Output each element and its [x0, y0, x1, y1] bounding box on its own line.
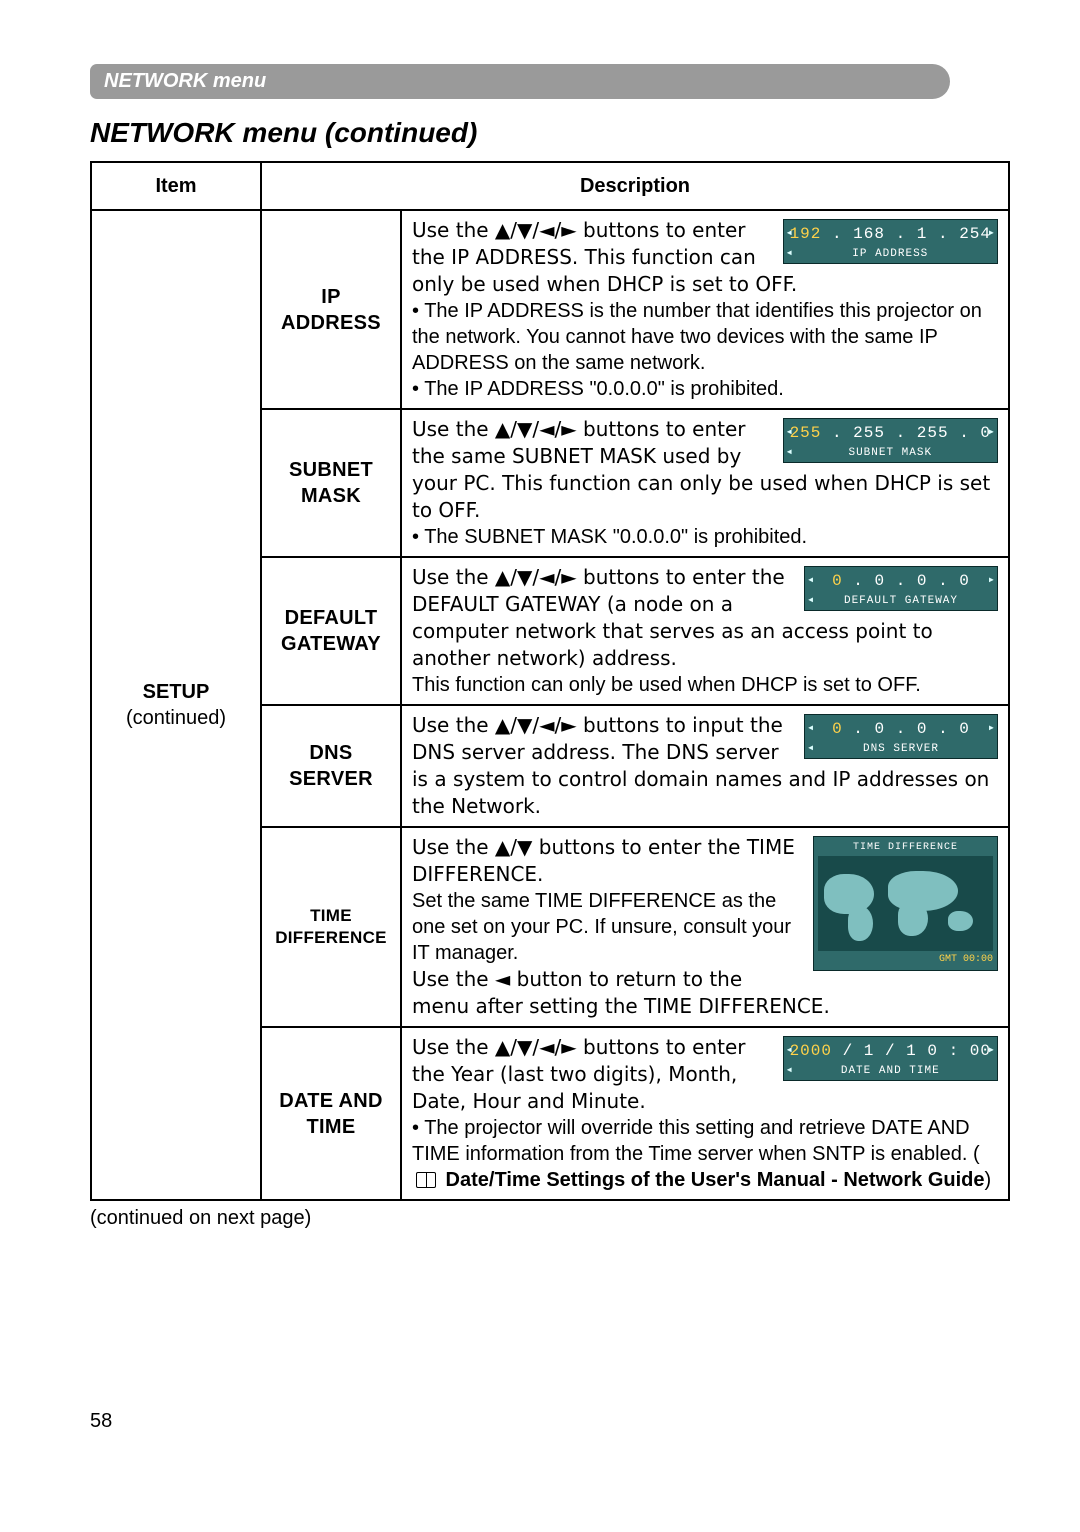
row-desc-ip-address: ◂ ▸ ◂ 192 . 168 . 1 . 254 IP ADDRESS Use… — [401, 210, 1009, 409]
arrow-right-icon: ▸ — [988, 573, 995, 589]
world-map-icon — [818, 856, 993, 951]
settings-table: Item Description SETUP (continued) IP AD… — [90, 161, 1010, 1201]
row-desc-time-difference: TIME DIFFERENCE GMT 00:00 Use the ▲/▼ bu… — [401, 827, 1009, 1027]
arrow-left-icon: ◂ — [786, 445, 793, 461]
arrow-left-icon: ◂ — [786, 246, 793, 262]
row-desc-dns-server: ◂ ▸ ◂ 0 . 0 . 0 . 0 DNS SERVER Use the ▲… — [401, 705, 1009, 827]
arrow-left-icon: ◂ — [807, 741, 814, 757]
arrow-right-icon: ▸ — [988, 425, 995, 441]
row-label-time-difference: TIME DIFFERENCE — [261, 827, 401, 1027]
osd-time-difference-map: TIME DIFFERENCE GMT 00:00 — [813, 836, 998, 971]
arrow-left-icon: ◂ — [807, 721, 814, 737]
osd-date-and-time: ◂ ▸ ◂ 2000 / 1 / 1 0 : 00 DATE AND TIME — [783, 1036, 998, 1081]
row-label-subnet-mask: SUBNET MASK — [261, 409, 401, 557]
arrow-left-icon: ◂ — [786, 1063, 793, 1079]
arrow-right-icon: ▸ — [988, 226, 995, 242]
row-label-default-gateway: DEFAULT GATEWAY — [261, 557, 401, 705]
osd-ip-address: ◂ ▸ ◂ 192 . 168 . 1 . 254 IP ADDRESS — [783, 219, 998, 264]
group-item-setup: SETUP (continued) — [91, 210, 261, 1200]
page-number: 58 — [90, 1410, 1010, 1433]
arrow-left-icon: ◂ — [807, 593, 814, 609]
row-label-dns-server: DNS SERVER — [261, 705, 401, 827]
row-desc-default-gateway: ◂ ▸ ◂ 0 . 0 . 0 . 0 DEFAULT GATEWAY Use … — [401, 557, 1009, 705]
section-heading: NETWORK menu (continued) — [90, 117, 1010, 149]
osd-subnet-mask: ◂ ▸ ◂ 255 . 255 . 255 . 0 SUBNET MASK — [783, 418, 998, 463]
arrow-right-icon: ▸ — [988, 1043, 995, 1059]
row-label-date-and-time: DATE AND TIME — [261, 1027, 401, 1200]
row-desc-subnet-mask: ◂ ▸ ◂ 255 . 255 . 255 . 0 SUBNET MASK Us… — [401, 409, 1009, 557]
row-desc-date-and-time: ◂ ▸ ◂ 2000 / 1 / 1 0 : 00 DATE AND TIME … — [401, 1027, 1009, 1200]
arrow-right-icon: ▸ — [988, 721, 995, 737]
continued-note: (continued on next page) — [90, 1207, 1010, 1230]
osd-dns-server: ◂ ▸ ◂ 0 . 0 . 0 . 0 DNS SERVER — [804, 714, 998, 759]
table-header-description: Description — [261, 162, 1009, 210]
book-icon — [416, 1172, 436, 1188]
menu-tab: NETWORK menu — [90, 64, 950, 99]
table-header-item: Item — [91, 162, 261, 210]
row-label-ip-address: IP ADDRESS — [261, 210, 401, 409]
osd-default-gateway: ◂ ▸ ◂ 0 . 0 . 0 . 0 DEFAULT GATEWAY — [804, 566, 998, 611]
arrow-left-icon: ◂ — [807, 573, 814, 589]
